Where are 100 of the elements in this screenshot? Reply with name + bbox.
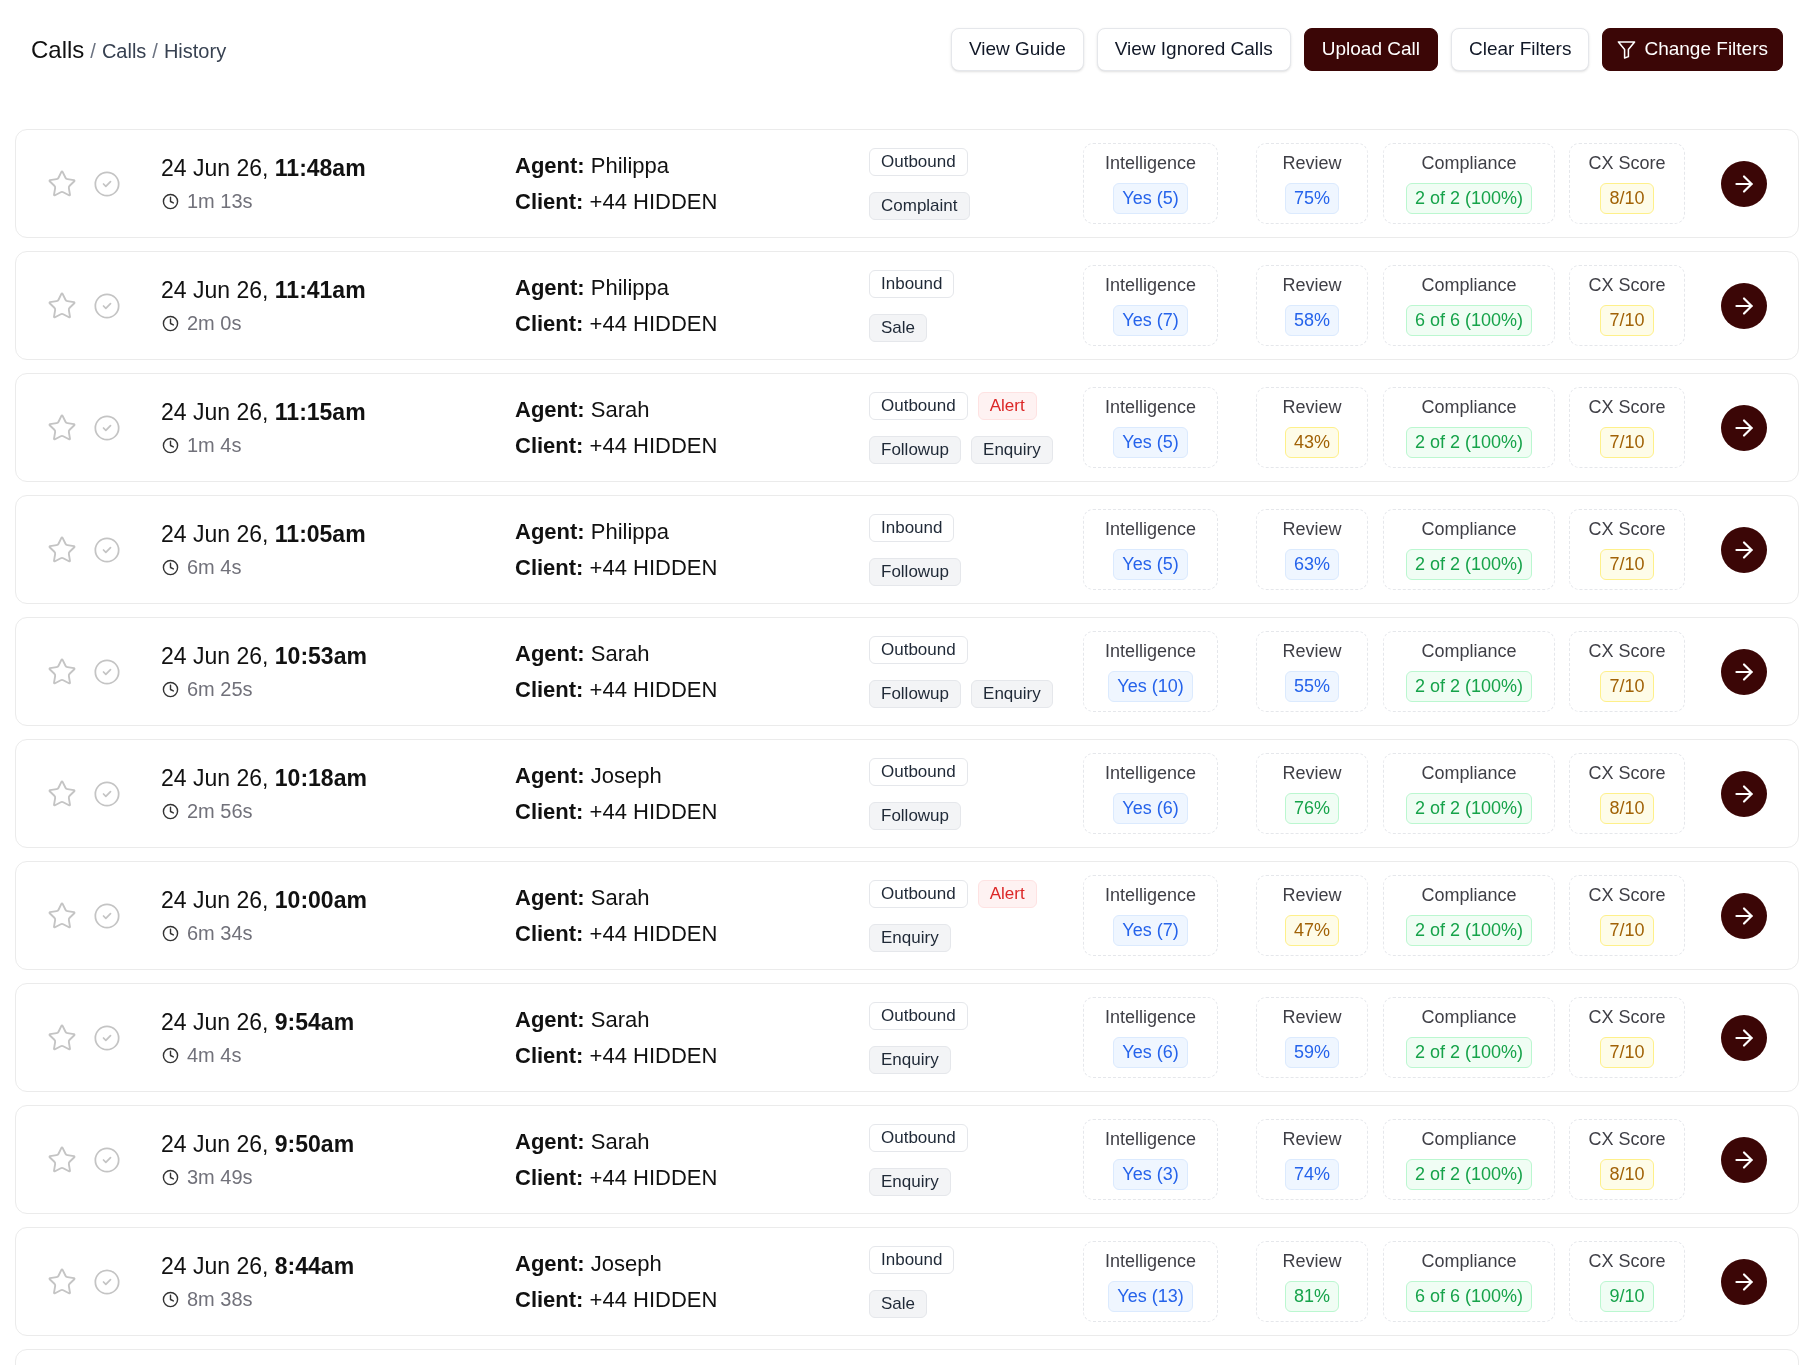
client-number: Client: +44 HIDDEN xyxy=(515,553,718,582)
metric-value: 2 of 2 (100%) xyxy=(1405,1159,1533,1190)
agent-name: Agent: Sarah xyxy=(515,1127,650,1156)
metric-label: Review xyxy=(1282,518,1342,540)
star-icon[interactable] xyxy=(47,534,77,565)
open-call-button[interactable] xyxy=(1721,1136,1767,1183)
open-call-button[interactable] xyxy=(1721,892,1767,939)
metric-label: CX Score xyxy=(1588,884,1666,906)
star-icon[interactable] xyxy=(47,656,77,687)
clock-icon xyxy=(162,314,179,332)
metric-label: CX Score xyxy=(1588,518,1666,540)
clock-icon xyxy=(162,192,179,210)
client-number: Client: +44 HIDDEN xyxy=(515,797,718,826)
call-duration: 2m 56s xyxy=(187,799,253,824)
call-date: 24 Jun 26, 11:05am xyxy=(161,520,366,548)
star-icon[interactable] xyxy=(47,168,77,199)
check-circle-icon[interactable] xyxy=(93,169,121,198)
outline-button[interactable]: Clear Filters xyxy=(1451,28,1590,71)
agent-name: Agent: Philippa xyxy=(515,151,670,180)
star-icon[interactable] xyxy=(47,1144,77,1175)
client-number: Client: +44 HIDDEN xyxy=(515,431,718,460)
check-circle-icon[interactable] xyxy=(93,901,121,930)
call-duration: 6m 4s xyxy=(187,555,242,580)
metric-label: Review xyxy=(1282,396,1342,418)
metric-label: Review xyxy=(1282,1006,1342,1028)
check-circle-icon[interactable] xyxy=(93,1145,121,1174)
check-circle-icon[interactable] xyxy=(93,1267,121,1296)
primary-button[interactable]: Upload Call xyxy=(1303,28,1439,71)
metric-label: Intelligence xyxy=(1104,1006,1197,1028)
metric-label: Compliance xyxy=(1421,1128,1517,1150)
metric-value: 7/10 xyxy=(1600,915,1654,946)
open-call-button[interactable] xyxy=(1721,1014,1767,1061)
direction-tag: Outbound xyxy=(869,1001,968,1030)
metric-label: Intelligence xyxy=(1104,1250,1197,1272)
metric-label: CX Score xyxy=(1588,1006,1666,1028)
agent-name: Agent: Philippa xyxy=(515,273,670,302)
metric-value: 2 of 2 (100%) xyxy=(1405,427,1533,458)
metric-value: Yes (7) xyxy=(1113,915,1188,946)
call-duration: 2m 0s xyxy=(187,311,242,336)
metric-value: 8/10 xyxy=(1600,793,1654,824)
topic-tag: Enquiry xyxy=(869,923,951,952)
breadcrumb-current: History xyxy=(163,38,227,64)
metric-label: Compliance xyxy=(1421,396,1517,418)
open-call-button[interactable] xyxy=(1721,404,1767,451)
metric-value: 81% xyxy=(1285,1281,1339,1312)
open-call-button[interactable] xyxy=(1721,526,1767,573)
open-call-button[interactable] xyxy=(1721,160,1767,207)
call-date: 24 Jun 26, 11:15am xyxy=(161,398,366,426)
clock-icon xyxy=(162,924,179,942)
metric-value: 76% xyxy=(1285,793,1339,824)
metric-label: Review xyxy=(1282,1128,1342,1150)
star-icon[interactable] xyxy=(47,412,77,443)
check-circle-icon[interactable] xyxy=(93,413,121,442)
open-call-button[interactable] xyxy=(1721,282,1767,329)
check-circle-icon[interactable] xyxy=(93,535,121,564)
topic-tag: Sale xyxy=(869,1289,928,1318)
direction-tag: Outbound xyxy=(869,391,968,420)
direction-tag: Outbound xyxy=(869,879,968,908)
call-duration: 1m 13s xyxy=(187,189,253,214)
metric-value: 2 of 2 (100%) xyxy=(1405,183,1533,214)
metric-value: 63% xyxy=(1285,549,1339,580)
metric-value: 75% xyxy=(1285,183,1339,214)
call-duration: 8m 38s xyxy=(187,1287,253,1312)
star-icon[interactable] xyxy=(47,1022,77,1053)
metric-value: 2 of 2 (100%) xyxy=(1405,549,1533,580)
breadcrumb-link[interactable]: Calls xyxy=(101,35,147,66)
metric-value: 6 of 6 (100%) xyxy=(1405,305,1533,336)
open-call-button[interactable] xyxy=(1721,1258,1767,1305)
star-icon[interactable] xyxy=(47,1266,77,1297)
metric-value: Yes (13) xyxy=(1108,1281,1193,1312)
check-circle-icon[interactable] xyxy=(93,657,121,686)
check-circle-icon[interactable] xyxy=(93,779,121,808)
metric-value: 7/10 xyxy=(1600,305,1654,336)
metric-value: 59% xyxy=(1285,1037,1339,1068)
call-date: 24 Jun 26, 10:53am xyxy=(161,642,367,670)
star-icon[interactable] xyxy=(47,900,77,931)
call-date: 24 Jun 26, 11:48am xyxy=(161,154,366,182)
open-call-button[interactable] xyxy=(1721,770,1767,817)
metric-value: Yes (5) xyxy=(1113,427,1188,458)
metric-label: Compliance xyxy=(1421,152,1517,174)
clock-icon xyxy=(162,436,179,454)
metric-label: CX Score xyxy=(1588,274,1666,296)
filter-button[interactable]: Change Filters xyxy=(1602,28,1783,71)
check-circle-icon[interactable] xyxy=(93,1023,121,1052)
metric-label: Review xyxy=(1282,152,1342,174)
outline-button[interactable]: View Guide xyxy=(950,28,1084,71)
client-number: Client: +44 HIDDEN xyxy=(515,1285,718,1314)
call-date: 24 Jun 26, 9:54am xyxy=(161,1008,355,1036)
metric-label: Compliance xyxy=(1421,762,1517,784)
open-call-button[interactable] xyxy=(1721,648,1767,695)
topic-tag: Followup xyxy=(869,557,962,586)
clock-icon xyxy=(162,1046,179,1064)
metric-value: 6 of 6 (100%) xyxy=(1405,1281,1533,1312)
filter-icon xyxy=(1617,40,1637,59)
clock-icon xyxy=(162,1290,179,1308)
star-icon[interactable] xyxy=(47,778,77,809)
agent-name: Agent: Sarah xyxy=(515,395,650,424)
check-circle-icon[interactable] xyxy=(93,291,121,320)
star-icon[interactable] xyxy=(47,290,77,321)
outline-button[interactable]: View Ignored Calls xyxy=(1096,28,1291,71)
